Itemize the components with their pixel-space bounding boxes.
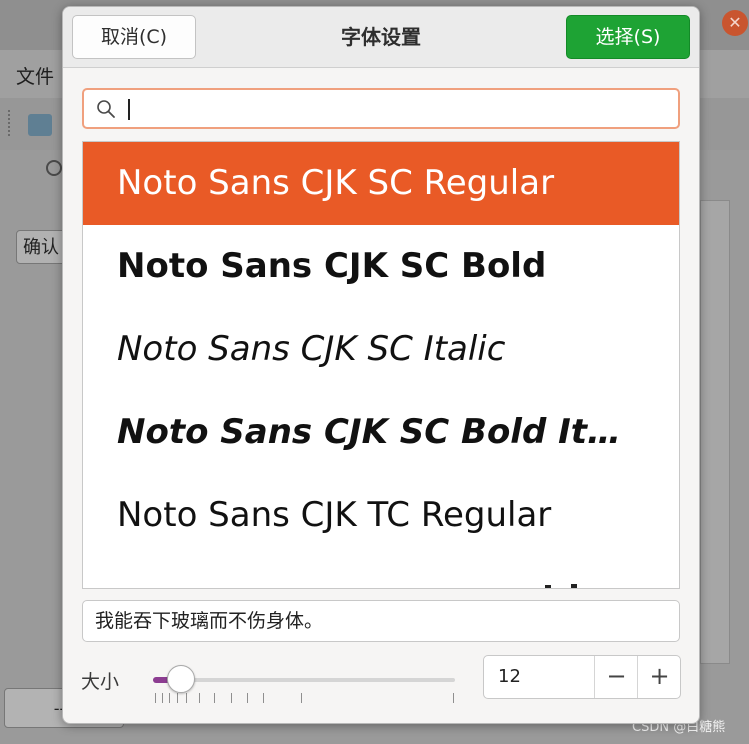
- slider-knob[interactable]: [167, 665, 195, 693]
- slider-tick: [186, 693, 187, 703]
- search-input[interactable]: [124, 94, 664, 123]
- size-value[interactable]: 12: [498, 656, 521, 698]
- menu-file[interactable]: 文件: [16, 62, 54, 89]
- slider-tick: [199, 693, 200, 703]
- toolbar-grip[interactable]: [8, 110, 14, 136]
- text-caret: [128, 99, 130, 120]
- slider-tick: [169, 693, 170, 703]
- font-list[interactable]: Noto Sans CJK SC Regular Noto Sans CJK S…: [82, 141, 680, 589]
- search-box[interactable]: [82, 88, 680, 129]
- dialog-header: 取消(C) 字体设置 选择(S): [63, 7, 699, 68]
- camera-icon: [46, 160, 62, 176]
- slider-tick: [301, 693, 302, 703]
- font-dialog: 取消(C) 字体设置 选择(S) Noto Sans CJK SC Regula…: [62, 6, 700, 724]
- font-list-item[interactable]: Noto Sans CJK SC Regular: [83, 142, 679, 225]
- select-button[interactable]: 选择(S): [566, 15, 690, 59]
- font-list-item[interactable]: Noto Sans CJK SC Italic: [83, 308, 679, 391]
- slider-tick: [453, 693, 454, 703]
- cancel-button[interactable]: 取消(C): [72, 15, 196, 59]
- slider-tick: [214, 693, 215, 703]
- slider-tick: [231, 693, 232, 703]
- slider-tick: [162, 693, 163, 703]
- font-list-item-partial: [545, 584, 577, 588]
- dialog-title: 字体设置: [341, 25, 421, 49]
- minus-icon[interactable]: −: [594, 656, 638, 698]
- font-list-item[interactable]: Noto Sans CJK SC Bold: [83, 225, 679, 308]
- search-icon: [97, 100, 115, 118]
- preview-text-field[interactable]: 我能吞下玻璃而不伤身体。: [82, 600, 680, 642]
- slider-tick: [263, 693, 264, 703]
- font-list-item[interactable]: Noto Sans CJK SC Bold Italic: [83, 391, 679, 474]
- plus-icon[interactable]: +: [637, 656, 681, 698]
- font-list-item[interactable]: Noto Sans CJK TC Regular: [83, 474, 679, 557]
- slider-tick: [155, 693, 156, 703]
- slider-tick: [247, 693, 248, 703]
- printer-icon[interactable]: [28, 114, 52, 136]
- background-panel: [700, 200, 730, 664]
- close-icon[interactable]: ✕: [722, 10, 748, 36]
- slider-track[interactable]: [153, 678, 455, 682]
- size-label: 大小: [81, 671, 120, 693]
- size-slider[interactable]: [151, 659, 461, 707]
- slider-tick: [177, 693, 178, 703]
- size-spinbutton[interactable]: 12 − +: [483, 655, 681, 699]
